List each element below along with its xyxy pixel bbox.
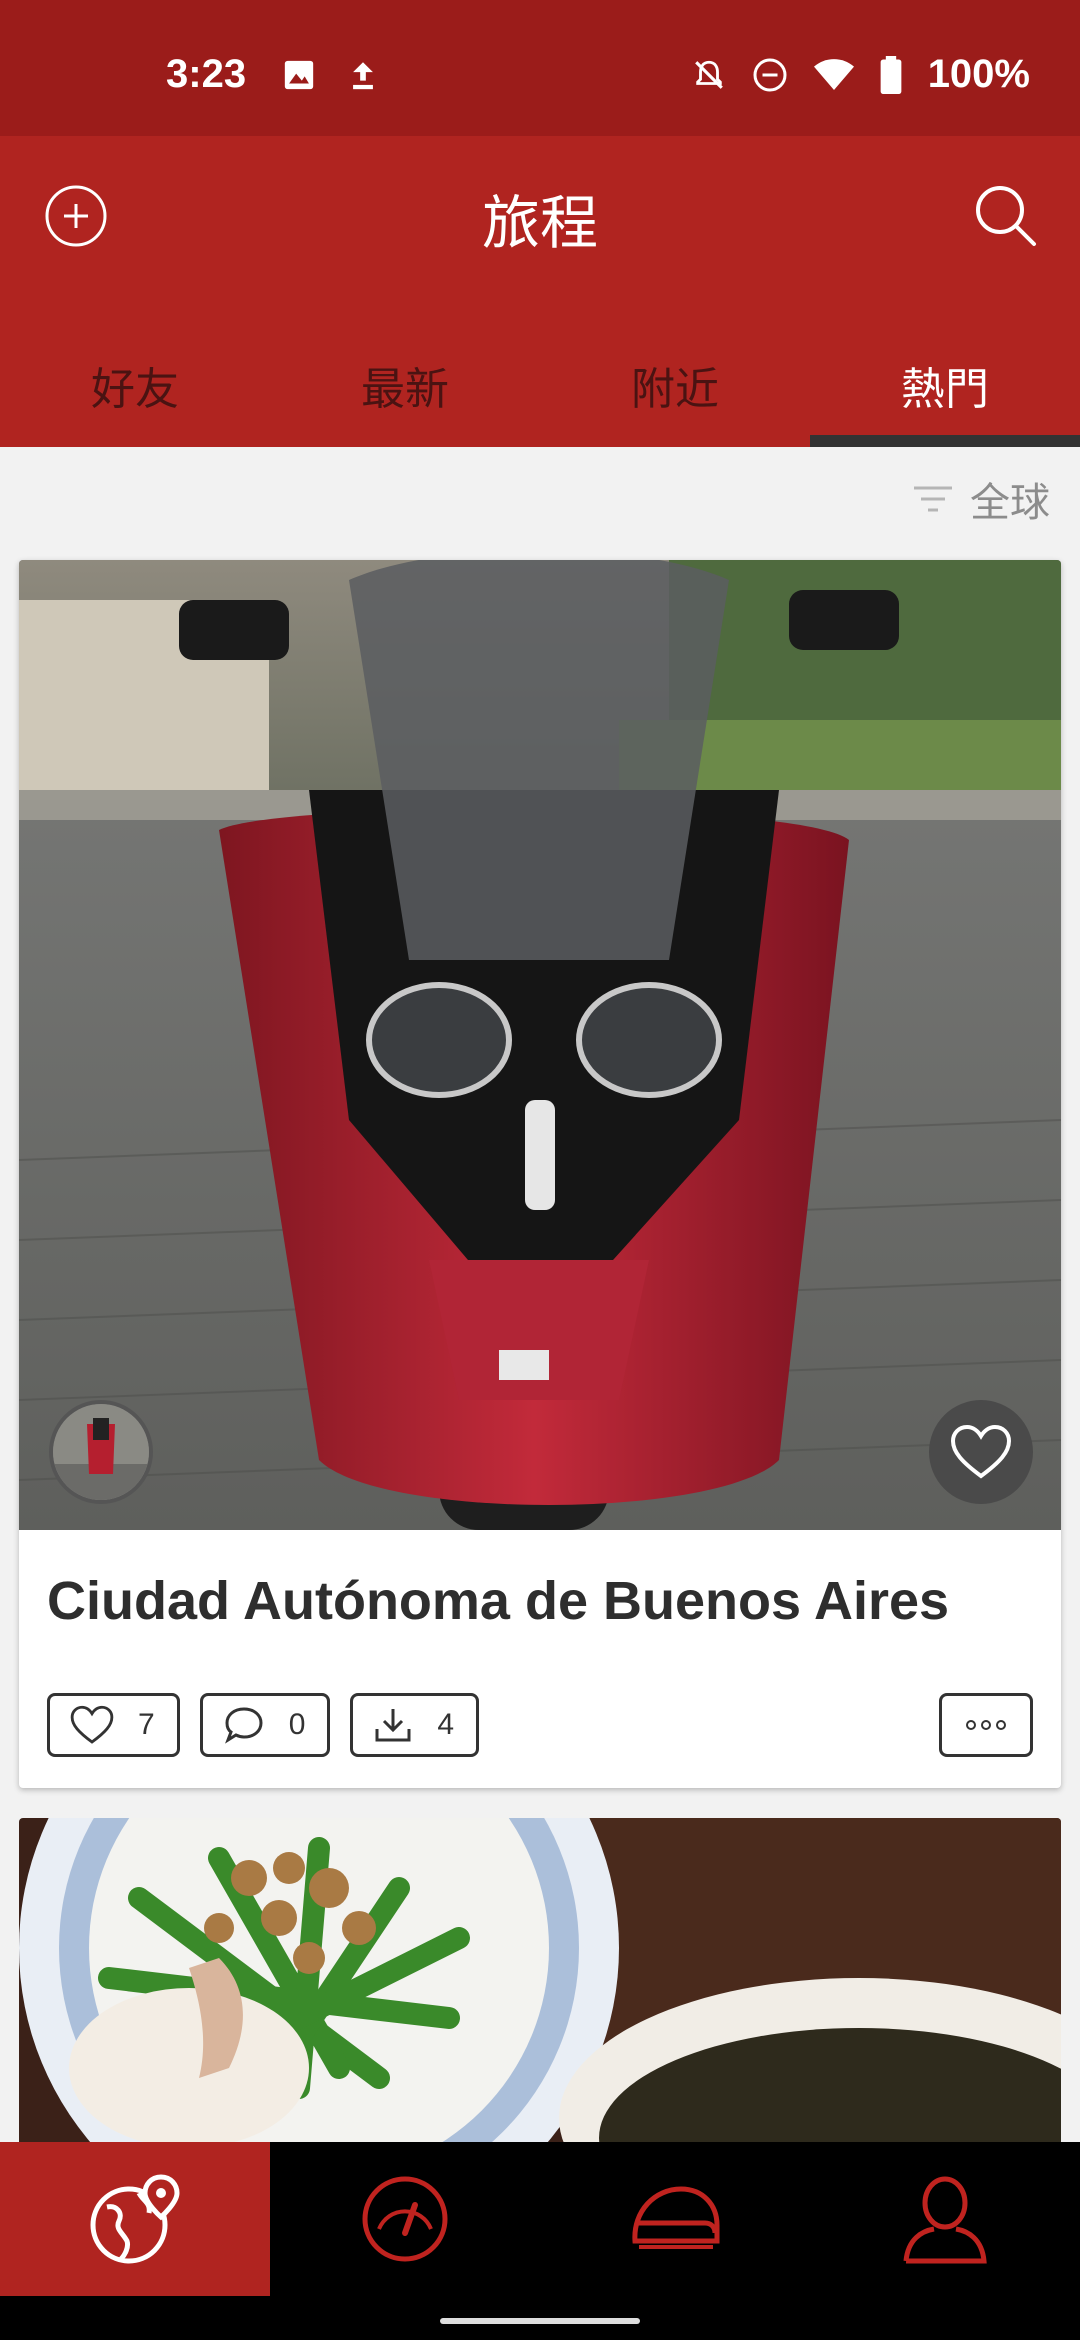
status-time: 3:23 bbox=[166, 52, 247, 96]
download-button[interactable]: 4 bbox=[350, 1693, 480, 1757]
trip-card[interactable] bbox=[19, 1818, 1061, 2148]
filter-label: 全球 bbox=[970, 481, 1050, 525]
trip-actions: 7 0 4 bbox=[47, 1693, 480, 1757]
nav-trips[interactable] bbox=[0, 2142, 270, 2296]
avatar[interactable] bbox=[49, 1400, 153, 1504]
heart-outline-icon bbox=[70, 1705, 114, 1744]
like-count: 7 bbox=[138, 1708, 155, 1741]
like-button[interactable]: 7 bbox=[47, 1693, 180, 1757]
trip-cover-photo[interactable] bbox=[19, 1818, 1061, 2148]
globe-pin-icon bbox=[90, 2174, 180, 2264]
region-filter[interactable]: 全球 bbox=[912, 470, 1050, 528]
status-system-icons: 100% bbox=[692, 52, 1030, 97]
comment-icon bbox=[224, 1707, 263, 1744]
search-icon bbox=[976, 186, 1036, 246]
nav-garage[interactable] bbox=[540, 2142, 810, 2296]
download-count: 4 bbox=[437, 1708, 455, 1741]
trip-card[interactable]: Ciudad Autónoma de Buenos Aires 7 0 4 bbox=[19, 560, 1061, 1788]
search-button[interactable] bbox=[970, 180, 1040, 250]
tab-popular[interactable]: 熱門 bbox=[810, 322, 1080, 447]
nav-profile[interactable] bbox=[810, 2142, 1080, 2296]
status-bar: 3:23 100% bbox=[0, 0, 1080, 136]
tab-latest[interactable]: 最新 bbox=[270, 322, 540, 447]
filter-icon bbox=[914, 486, 952, 512]
helmet-icon bbox=[632, 2186, 720, 2249]
battery-percentage: 100% bbox=[927, 52, 1030, 96]
home-gesture-bar[interactable] bbox=[440, 2318, 640, 2324]
battery-icon bbox=[880, 55, 902, 94]
favorite-button[interactable] bbox=[929, 1400, 1033, 1504]
trip-cover-photo[interactable] bbox=[19, 560, 1061, 1530]
more-dots-icon bbox=[966, 1720, 1006, 1730]
bottom-navigation bbox=[0, 2142, 1080, 2296]
heart-icon bbox=[950, 1424, 1012, 1479]
bell-off-icon bbox=[694, 60, 723, 89]
speedometer-icon bbox=[362, 2176, 448, 2262]
page-title: 旅程 bbox=[481, 191, 598, 256]
image-icon bbox=[284, 60, 314, 90]
comment-button[interactable]: 0 bbox=[199, 1693, 331, 1757]
more-options-button[interactable] bbox=[939, 1693, 1033, 1757]
avatar-photo bbox=[53, 1404, 149, 1500]
upload-icon bbox=[353, 62, 373, 90]
tab-friends[interactable]: 好友 bbox=[0, 322, 270, 447]
app-bar: 旅程 好友 最新 附近 熱門 bbox=[0, 136, 1080, 447]
download-icon bbox=[375, 1709, 411, 1742]
tab-bar: 好友 最新 附近 熱門 bbox=[0, 322, 1080, 447]
profile-icon bbox=[903, 2176, 987, 2264]
tab-nearby[interactable]: 附近 bbox=[540, 322, 810, 447]
wifi-icon bbox=[813, 58, 854, 90]
trip-title[interactable]: Ciudad Autónoma de Buenos Aires bbox=[47, 1570, 949, 1632]
comment-count: 0 bbox=[288, 1708, 306, 1741]
nav-ride[interactable] bbox=[270, 2142, 540, 2296]
status-notification-icons bbox=[282, 58, 380, 92]
dnd-icon bbox=[753, 58, 787, 91]
